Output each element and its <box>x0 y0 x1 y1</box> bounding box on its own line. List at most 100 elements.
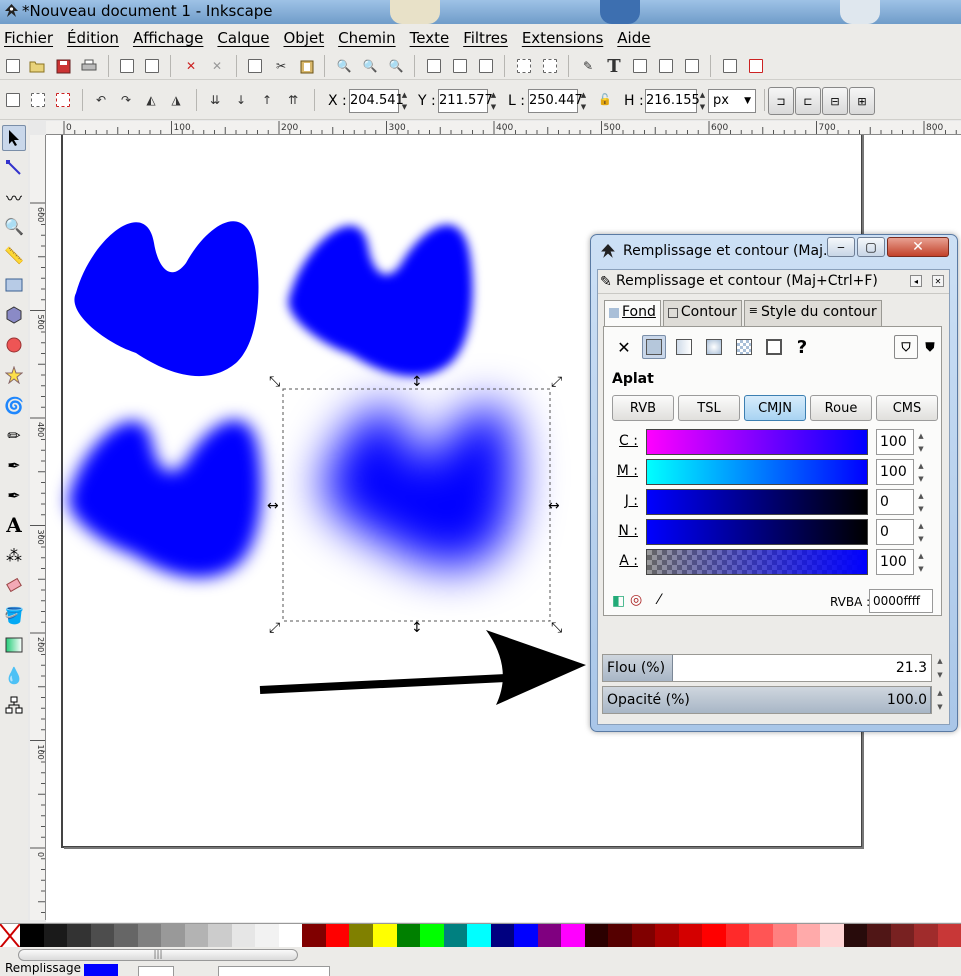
palette-swatch[interactable] <box>749 924 773 948</box>
height-field[interactable]: 216.155 <box>645 89 700 113</box>
palette-swatch[interactable] <box>396 924 421 948</box>
preferences-icon[interactable] <box>721 57 739 75</box>
lower-bottom-icon[interactable]: ⇊ <box>206 91 224 109</box>
save-icon[interactable] <box>54 57 72 75</box>
menu-texte[interactable]: Texte <box>410 29 456 47</box>
blur-stepper[interactable]: ▲ ▼ <box>935 654 945 682</box>
menu-calque[interactable]: Calque <box>217 29 275 47</box>
blob-blur-medium[interactable] <box>68 419 262 578</box>
move-gradients-toggle[interactable]: ⊟ <box>822 87 848 115</box>
print-icon[interactable] <box>80 57 98 75</box>
palette-swatch[interactable] <box>890 924 915 948</box>
mode-rvb-button[interactable]: RVB <box>612 395 674 421</box>
palette-swatch[interactable] <box>302 924 326 948</box>
pencil-tool-icon[interactable]: ✏ <box>2 422 26 448</box>
channel-a-value[interactable]: 100 <box>876 549 914 575</box>
spray-tool-icon[interactable]: ⁂ <box>2 542 26 568</box>
connector-tool-icon[interactable] <box>2 692 26 718</box>
open-folder-icon[interactable] <box>28 57 46 75</box>
gradient-tool-icon[interactable] <box>2 632 26 658</box>
stroke-width-field[interactable] <box>138 966 174 976</box>
height-stepper[interactable]: ▲ ▼ <box>697 89 708 113</box>
scale-handle[interactable]: ⤢ <box>551 374 562 390</box>
opacity-slider[interactable]: Opacité (%) 100.0 <box>602 686 932 714</box>
panel-close-icon[interactable]: ✕ <box>932 275 944 287</box>
swatch-button[interactable] <box>762 335 786 359</box>
palette-swatch[interactable] <box>20 924 44 948</box>
palette-swatch[interactable] <box>820 924 844 948</box>
linear-gradient-button[interactable] <box>672 335 696 359</box>
palette-swatch[interactable] <box>349 924 373 948</box>
flip-horizontal-icon[interactable]: ◭ <box>142 91 160 109</box>
palette-swatch[interactable] <box>914 924 938 948</box>
group-icon[interactable] <box>515 57 533 75</box>
x-stepper[interactable]: ▲ ▼ <box>399 89 410 113</box>
tab-fond[interactable]: Fond <box>604 300 661 328</box>
fill-rule-nonzero-button[interactable]: ⛊ <box>918 335 942 359</box>
lower-icon[interactable]: ↓ <box>232 91 250 109</box>
palette-swatch[interactable] <box>161 924 185 948</box>
fill-rule-evenodd-button[interactable]: ⛉ <box>894 335 918 359</box>
palette-swatch[interactable] <box>537 924 562 948</box>
paste-icon[interactable] <box>298 57 316 75</box>
rvba-field[interactable]: 0000ffff <box>869 589 933 613</box>
palette-swatch[interactable] <box>867 924 891 948</box>
palette-swatch[interactable] <box>584 924 609 948</box>
palette-swatch[interactable] <box>372 924 397 948</box>
dropper-tool-icon[interactable]: 💧 <box>2 662 26 688</box>
palette-swatch[interactable] <box>608 924 632 948</box>
import-icon[interactable] <box>118 57 136 75</box>
tab-contour[interactable]: Contour <box>662 300 742 326</box>
arrow-shaft[interactable] <box>259 674 507 694</box>
select-all-layers-icon[interactable] <box>29 91 47 109</box>
minimize-button[interactable]: ‒ <box>827 237 855 257</box>
palette-swatch[interactable] <box>773 924 797 948</box>
raise-icon[interactable]: ↑ <box>258 91 276 109</box>
channel-j-slider[interactable] <box>646 489 868 515</box>
palette-swatch[interactable] <box>843 924 868 948</box>
radial-gradient-button[interactable] <box>702 335 726 359</box>
close-button[interactable]: ✕ <box>887 237 949 257</box>
clone-icon[interactable] <box>451 57 469 75</box>
menu-extensions[interactable]: Extensions <box>522 29 609 47</box>
channel-a-slider[interactable] <box>646 549 868 575</box>
channel-j-stepper[interactable]: ▲ ▼ <box>916 489 926 515</box>
palette-scrollbar[interactable]: ||| <box>0 947 961 963</box>
text-tool-icon[interactable]: A <box>2 512 26 538</box>
palette-swatch[interactable] <box>443 924 468 948</box>
blob-sharp[interactable] <box>74 221 259 377</box>
channel-m-slider[interactable] <box>646 459 868 485</box>
rotate-cw-icon[interactable]: ↷ <box>117 91 135 109</box>
channel-n-value[interactable]: 0 <box>876 519 914 545</box>
palette-swatch[interactable] <box>655 924 679 948</box>
y-field[interactable]: 211.577 <box>438 89 493 113</box>
raise-top-icon[interactable]: ⇈ <box>284 91 302 109</box>
star-tool-icon[interactable] <box>2 362 26 388</box>
fill-status-swatch[interactable] <box>84 964 118 976</box>
width-stepper[interactable]: ▲ ▼ <box>578 89 589 113</box>
palette-swatch[interactable] <box>561 924 585 948</box>
palette-swatch[interactable] <box>255 924 279 948</box>
mode-tsl-button[interactable]: TSL <box>678 395 740 421</box>
flip-vertical-icon[interactable]: ◮ <box>167 91 185 109</box>
palette-swatch[interactable] <box>631 924 656 948</box>
palette-swatch[interactable] <box>325 924 350 948</box>
width-field[interactable]: 250.447 <box>528 89 583 113</box>
channel-c-slider[interactable] <box>646 429 868 455</box>
palette-swatch[interactable] <box>90 924 115 948</box>
eraser-tool-icon[interactable] <box>2 572 26 598</box>
export-icon[interactable] <box>143 57 161 75</box>
channel-c-stepper[interactable]: ▲ ▼ <box>916 429 926 455</box>
duplicate-icon[interactable] <box>425 57 443 75</box>
palette-swatch[interactable] <box>208 924 232 948</box>
scale-handle[interactable]: ↔ <box>267 498 279 514</box>
calligraphy-tool-icon[interactable]: ✒ <box>2 482 26 508</box>
palette-swatch[interactable] <box>67 924 91 948</box>
opacity-stepper[interactable]: ▲ ▼ <box>935 686 945 714</box>
scale-handle[interactable]: ⤢ <box>269 620 280 636</box>
blur-slider[interactable]: Flou (%) 21.3 <box>602 654 932 682</box>
measure-tool-icon[interactable]: 📏 <box>2 242 26 268</box>
channel-m-value[interactable]: 100 <box>876 459 914 485</box>
no-color-swatch[interactable] <box>0 924 20 948</box>
palette-swatch[interactable] <box>702 924 726 948</box>
